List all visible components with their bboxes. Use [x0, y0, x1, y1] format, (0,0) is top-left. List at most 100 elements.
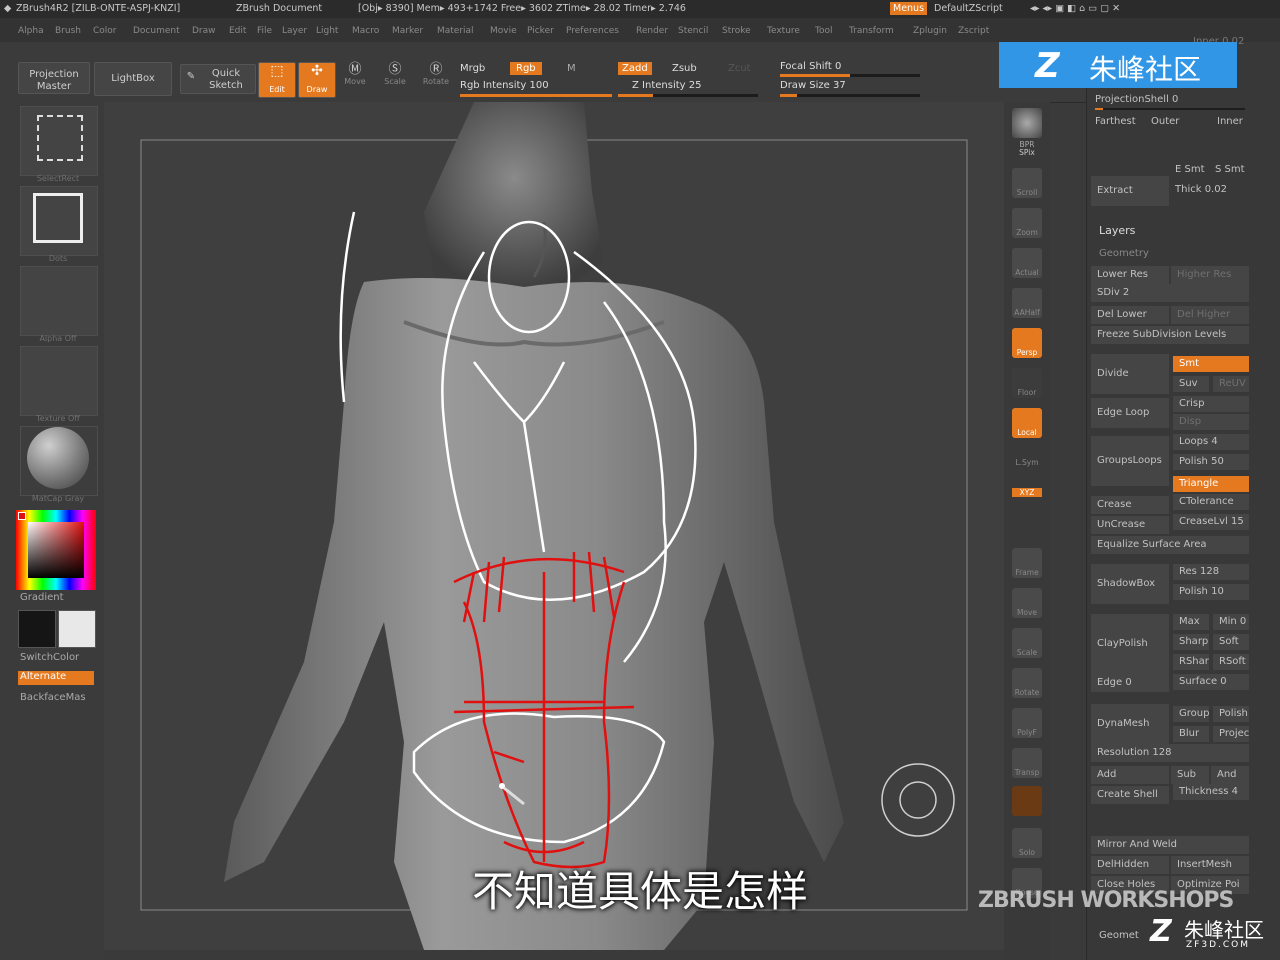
thickness-slider[interactable]: Thickness 4 — [1173, 784, 1249, 800]
alternate-button[interactable]: Alternate — [18, 671, 94, 685]
rgb-button[interactable]: Rgb — [510, 62, 542, 75]
groupsloops-button[interactable]: GroupsLoops — [1091, 436, 1169, 486]
shadowbox-polish-slider[interactable]: Polish 10 — [1173, 584, 1249, 600]
loops-slider[interactable]: Loops 4 — [1173, 434, 1249, 450]
xyz-button[interactable]: XYZ — [1012, 488, 1042, 497]
e-smt-slider[interactable]: E Smt — [1175, 164, 1205, 175]
uncrease-button[interactable]: UnCrease — [1091, 516, 1169, 534]
menu-macro[interactable]: Macro — [352, 26, 379, 36]
menu-layer[interactable]: Layer — [282, 26, 307, 36]
move-button[interactable]: Ⓜ Move — [340, 63, 370, 88]
rgb-intensity-track[interactable] — [460, 94, 612, 97]
higher-res-button[interactable]: Higher Res — [1171, 266, 1249, 284]
rgb-intensity-slider[interactable]: Rgb Intensity 100 — [460, 80, 549, 91]
dynamesh-polish-toggle[interactable]: Polish — [1213, 706, 1249, 722]
rsoft-slider[interactable]: RSoft — [1213, 654, 1249, 670]
draw-size-track[interactable] — [780, 94, 920, 97]
inner-button[interactable]: Inner — [1217, 116, 1243, 127]
ghost-icon[interactable] — [1012, 786, 1042, 816]
claypolish-button[interactable]: ClayPolish — [1091, 614, 1169, 674]
menu-picker[interactable]: Picker — [527, 26, 554, 36]
menu-brush[interactable]: Brush — [55, 26, 81, 36]
menu-alpha[interactable]: Alpha — [18, 26, 44, 36]
lightbox-button[interactable]: LightBox — [94, 62, 172, 96]
rshar-slider[interactable]: RShar — [1173, 654, 1209, 670]
menu-tool[interactable]: Tool — [815, 26, 832, 36]
lower-res-button[interactable]: Lower Res — [1091, 266, 1169, 284]
del-higher-button[interactable]: Del Higher — [1171, 306, 1249, 324]
select-rect-brush[interactable] — [20, 106, 98, 176]
equalize-surface-area-button[interactable]: Equalize Surface Area — [1091, 536, 1249, 554]
ctolerance-slider[interactable]: CTolerance — [1173, 494, 1249, 510]
dynamesh-project-toggle[interactable]: Projec — [1213, 726, 1249, 742]
layers-header[interactable]: Layers — [1099, 224, 1135, 237]
suv-toggle[interactable]: Suv — [1173, 376, 1209, 392]
zsub-button[interactable]: Zsub — [672, 63, 697, 74]
dynamesh-group-toggle[interactable]: Group — [1173, 706, 1209, 722]
menu-stroke[interactable]: Stroke — [722, 26, 751, 36]
sdiv-slider[interactable]: SDiv 2 — [1091, 284, 1249, 302]
dynamesh-button[interactable]: DynaMesh — [1091, 704, 1169, 744]
triangle-toggle[interactable]: Triangle — [1173, 476, 1249, 492]
projection-shell-track[interactable] — [1095, 108, 1245, 110]
m-button[interactable]: M — [567, 63, 576, 74]
max-slider[interactable]: Max — [1173, 614, 1209, 630]
gradient-label[interactable]: Gradient — [20, 592, 64, 603]
freeze-subdivision-button[interactable]: Freeze SubDivision Levels — [1091, 326, 1249, 344]
extract-button[interactable]: Extract — [1091, 176, 1169, 206]
edge-loop-button[interactable]: Edge Loop — [1091, 398, 1169, 428]
menu-edit[interactable]: Edit — [229, 26, 246, 36]
smt-toggle[interactable]: Smt — [1173, 356, 1249, 372]
mirror-and-weld-button[interactable]: Mirror And Weld — [1091, 836, 1249, 854]
window-controls-icon[interactable]: ◂▸ ◂▸ ▣ ◧ ⌂ ▭ ▢ ✕ — [1030, 3, 1120, 14]
color-picker[interactable] — [16, 510, 96, 590]
zcut-button[interactable]: Zcut — [728, 63, 751, 74]
menus-button[interactable]: Menus — [890, 2, 928, 15]
min-slider[interactable]: Min 0 — [1213, 614, 1249, 630]
menu-material[interactable]: Material — [437, 26, 474, 36]
divide-button[interactable]: Divide — [1091, 354, 1169, 394]
sharp-slider[interactable]: Sharp — [1173, 634, 1209, 650]
s-smt-slider[interactable]: S Smt — [1215, 164, 1245, 175]
menu-transform[interactable]: Transform — [849, 26, 894, 36]
menu-file[interactable]: File — [257, 26, 272, 36]
shadowbox-res-slider[interactable]: Res 128 — [1173, 564, 1249, 580]
menu-texture[interactable]: Texture — [767, 26, 800, 36]
menu-render[interactable]: Render — [636, 26, 668, 36]
shadowbox-button[interactable]: ShadowBox — [1091, 564, 1169, 604]
alpha-selector[interactable] — [20, 266, 98, 336]
spix-slider[interactable]: SPix — [1004, 148, 1050, 157]
dynamesh-blur-slider[interactable]: Blur — [1173, 726, 1209, 742]
creaselvl-slider[interactable]: CreaseLvl 15 — [1173, 514, 1249, 530]
create-shell-button[interactable]: Create Shell — [1091, 786, 1169, 804]
geometry-header[interactable]: Geometry — [1099, 248, 1149, 259]
menu-zplugin[interactable]: Zplugin — [913, 26, 947, 36]
menu-document[interactable]: Document — [133, 26, 180, 36]
add-button[interactable]: Add — [1091, 766, 1169, 784]
bpr-render-icon[interactable] — [1012, 108, 1042, 138]
farthest-button[interactable]: Farthest — [1095, 116, 1136, 127]
soft-slider[interactable]: Soft — [1213, 634, 1249, 650]
del-lower-button[interactable]: Del Lower — [1091, 306, 1169, 324]
material-selector[interactable] — [20, 426, 98, 496]
menu-draw[interactable]: Draw — [192, 26, 216, 36]
polish-slider[interactable]: Polish 50 — [1173, 454, 1249, 470]
menu-zscript[interactable]: Zscript — [958, 26, 989, 36]
rotate-button[interactable]: Ⓡ Rotate — [420, 63, 452, 88]
z-intensity-slider[interactable]: Z Intensity 25 — [632, 80, 701, 91]
reuv-toggle[interactable]: ReUV — [1213, 376, 1249, 392]
color-picker-square[interactable] — [28, 522, 84, 578]
and-button[interactable]: And — [1211, 766, 1249, 784]
menu-preferences[interactable]: Preferences — [566, 26, 619, 36]
dynamesh-resolution-slider[interactable]: Resolution 128 — [1091, 744, 1249, 762]
main-color-swatch[interactable] — [18, 610, 56, 648]
menu-light[interactable]: Light — [316, 26, 338, 36]
edge-slider[interactable]: Edge 0 — [1091, 674, 1169, 692]
navigation-gizmo[interactable] — [881, 763, 955, 837]
backface-mask-button[interactable]: BackfaceMas — [20, 692, 86, 703]
quick-sketch-button[interactable]: ✎ Quick Sketch — [180, 64, 256, 94]
thick-slider[interactable]: Thick 0.02 — [1175, 184, 1227, 195]
edit-button[interactable]: ⬚ Edit — [258, 62, 296, 98]
crisp-toggle[interactable]: Crisp — [1173, 396, 1249, 412]
surface-slider[interactable]: Surface 0 — [1173, 674, 1249, 690]
